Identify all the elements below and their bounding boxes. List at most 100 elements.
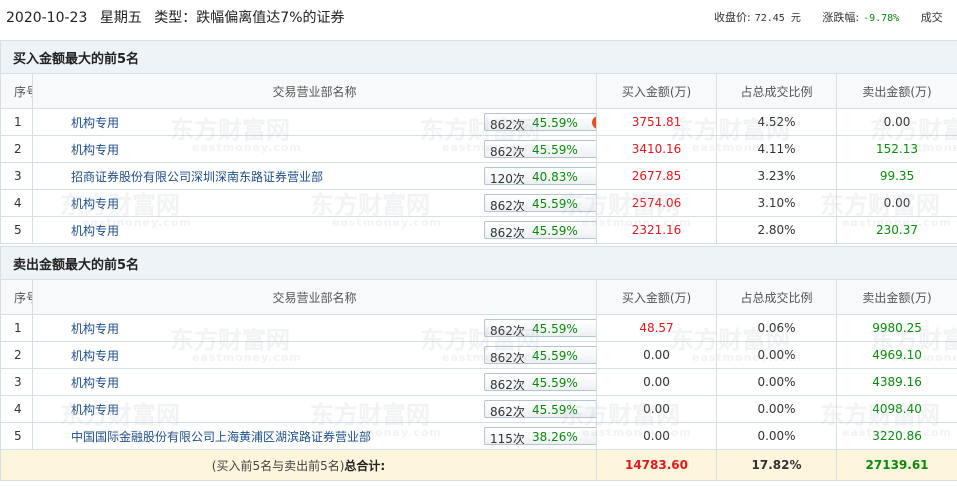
row-no: 5: [0, 216, 33, 244]
col-header-buy: 买入金额(万): [596, 279, 717, 315]
sell-amount: 99.35: [835, 162, 957, 190]
table-row: 3 招商证券股份有限公司深圳深南东路证券营业部 120次 40.83% 2677.85 3…: [0, 162, 957, 190]
seat-stats-button[interactable]: 862次 45.59%: [484, 221, 596, 240]
seat-stats-button[interactable]: 862次 45.59%: [484, 400, 596, 419]
seat-name-link[interactable]: 机构专用: [71, 141, 119, 158]
seat-stats-button[interactable]: 862次 45.59%: [484, 140, 596, 159]
seat-count: 862次: [490, 118, 525, 132]
turnover-ratio: 0.00%: [716, 422, 837, 450]
row-no: 3: [0, 368, 33, 396]
seat-win-rate: 45.59%: [532, 349, 578, 363]
seat-cell: 机构专用 862次 45.59%?: [32, 108, 597, 136]
table-row: 4 机构专用 862次 45.59% 0.00 0.00% 4098.40: [0, 395, 957, 423]
table-row: 2 机构专用 862次 45.59% 3410.16 4.11% 152.13: [0, 135, 957, 163]
sell-header-row: 序号 交易营业部名称 买入金额(万) 占总成交比例 卖出金额(万): [0, 279, 957, 315]
change-value: -9.78%: [863, 13, 900, 24]
seat-stats-button[interactable]: 862次 45.59%: [484, 346, 596, 365]
col-header-sell: 卖出金额(万): [835, 279, 957, 315]
row-no: 1: [0, 314, 33, 342]
seat-count: 862次: [490, 145, 525, 159]
col-header-no: 序号: [0, 279, 33, 315]
total-ratio: 17.82%: [716, 449, 837, 481]
buy-amount: 3751.81: [596, 108, 717, 136]
seat-name-link[interactable]: 机构专用: [71, 320, 119, 337]
sell-amount: 4098.40: [835, 395, 957, 423]
listing-type: 类型：跌幅偏离值达7%的证券: [154, 10, 345, 26]
close-price-value: 72.45 元: [754, 13, 801, 24]
seat-cell: 机构专用 862次 45.59%: [32, 368, 597, 396]
seat-name-link[interactable]: 机构专用: [71, 401, 119, 418]
seat-win-rate: 45.59%: [532, 322, 578, 336]
col-header-ratio: 占总成交比例: [716, 279, 837, 315]
sell-amount: 0.00: [835, 189, 957, 217]
seat-cell: 机构专用 862次 45.59%: [32, 135, 597, 163]
trade-label: 成交: [920, 11, 943, 24]
seat-stats-button[interactable]: 862次 45.59%: [484, 319, 596, 338]
total-label-prefix: (买入前5名与卖出前5名): [211, 458, 345, 473]
sell-amount: 4969.10: [835, 341, 957, 369]
sell-top5-table: 卖出金额最大的前5名 序号 交易营业部名称 买入金额(万) 占总成交比例 卖出金…: [0, 246, 957, 481]
turnover-ratio: 0.00%: [716, 341, 837, 369]
sell-amount: 152.13: [835, 135, 957, 163]
turnover-ratio: 4.11%: [716, 135, 837, 163]
seat-win-rate: 45.59%: [532, 143, 578, 157]
sell-amount: 3220.86: [835, 422, 957, 450]
seat-win-rate: 45.59%: [532, 197, 578, 211]
seat-stats-button[interactable]: 115次 38.26%: [484, 427, 596, 446]
seat-win-rate: 40.83%: [532, 170, 578, 184]
question-icon[interactable]: ?: [592, 116, 596, 129]
row-no: 1: [0, 108, 33, 136]
table-row: 5 机构专用 862次 45.59% 2321.16 2.80% 230.37: [0, 216, 957, 244]
seat-name-link[interactable]: 机构专用: [71, 114, 119, 131]
seat-cell: 中国国际金融股份有限公司上海黄浦区湖滨路证券营业部 115次 38.26%: [32, 422, 597, 450]
buy-amount: 0.00: [596, 341, 717, 369]
seat-cell: 机构专用 862次 45.59%: [32, 189, 597, 217]
sell-section-title: 卖出金额最大的前5名: [0, 246, 957, 280]
buy-header-row: 序号 交易营业部名称 买入金额(万) 占总成交比例 卖出金额(万): [0, 73, 957, 109]
turnover-ratio: 4.52%: [716, 108, 837, 136]
seat-name-link[interactable]: 机构专用: [71, 374, 119, 391]
turnover-ratio: 3.10%: [716, 189, 837, 217]
table-row: 3 机构专用 862次 45.59% 0.00 0.00% 4389.16: [0, 368, 957, 396]
buy-amount: 3410.16: [596, 135, 717, 163]
seat-stats-button[interactable]: 862次 45.59%: [484, 373, 596, 392]
turnover-ratio: 0.00%: [716, 395, 837, 423]
seat-win-rate: 45.59%: [532, 376, 578, 390]
seat-name-link[interactable]: 机构专用: [71, 347, 119, 364]
buy-amount: 0.00: [596, 395, 717, 423]
seat-name-link[interactable]: 招商证券股份有限公司深圳深南东路证券营业部: [71, 168, 323, 185]
seat-stats-button[interactable]: 862次 45.59%?: [484, 113, 596, 132]
sell-amount: 4389.16: [835, 368, 957, 396]
seat-count: 862次: [490, 351, 525, 365]
seat-count: 862次: [490, 378, 525, 392]
turnover-ratio: 0.00%: [716, 368, 837, 396]
total-label: (买入前5名与卖出前5名)总合计:: [0, 449, 597, 481]
buy-section-title: 买入金额最大的前5名: [0, 40, 957, 74]
seat-count: 862次: [490, 405, 525, 419]
total-label-bold: 总合计:: [344, 458, 386, 473]
col-header-buy: 买入金额(万): [596, 73, 717, 109]
sell-amount: 230.37: [835, 216, 957, 244]
price-summary: 收盘价: 72.45 元 涨跌幅: -9.78% 成交: [714, 9, 947, 25]
col-header-ratio: 占总成交比例: [716, 73, 837, 109]
seat-stats-button[interactable]: 120次 40.83%: [484, 167, 596, 186]
row-no: 5: [0, 422, 33, 450]
seat-cell: 机构专用 862次 45.59%: [32, 314, 597, 342]
col-header-no: 序号: [0, 73, 33, 109]
seat-stats-button[interactable]: 862次 45.59%: [484, 194, 596, 213]
seat-count: 115次: [490, 432, 525, 446]
buy-top5-table: 买入金额最大的前5名 序号 交易营业部名称 买入金额(万) 占总成交比例 卖出金…: [0, 40, 957, 244]
seat-name-link[interactable]: 中国国际金融股份有限公司上海黄浦区湖滨路证券营业部: [71, 428, 371, 445]
buy-section-title-row: 买入金额最大的前5名: [0, 40, 957, 74]
table-row: 4 机构专用 862次 45.59% 2574.06 3.10% 0.00: [0, 189, 957, 217]
buy-amount: 0.00: [596, 422, 717, 450]
table-row: 1 机构专用 862次 45.59% 48.57 0.06% 9980.25: [0, 314, 957, 342]
row-no: 3: [0, 162, 33, 190]
buy-amount: 0.00: [596, 368, 717, 396]
sell-section-title-row: 卖出金额最大的前5名: [0, 246, 957, 280]
seat-name-link[interactable]: 机构专用: [71, 195, 119, 212]
seat-name-link[interactable]: 机构专用: [71, 222, 119, 239]
turnover-ratio: 0.06%: [716, 314, 837, 342]
row-no: 2: [0, 341, 33, 369]
row-no: 4: [0, 189, 33, 217]
